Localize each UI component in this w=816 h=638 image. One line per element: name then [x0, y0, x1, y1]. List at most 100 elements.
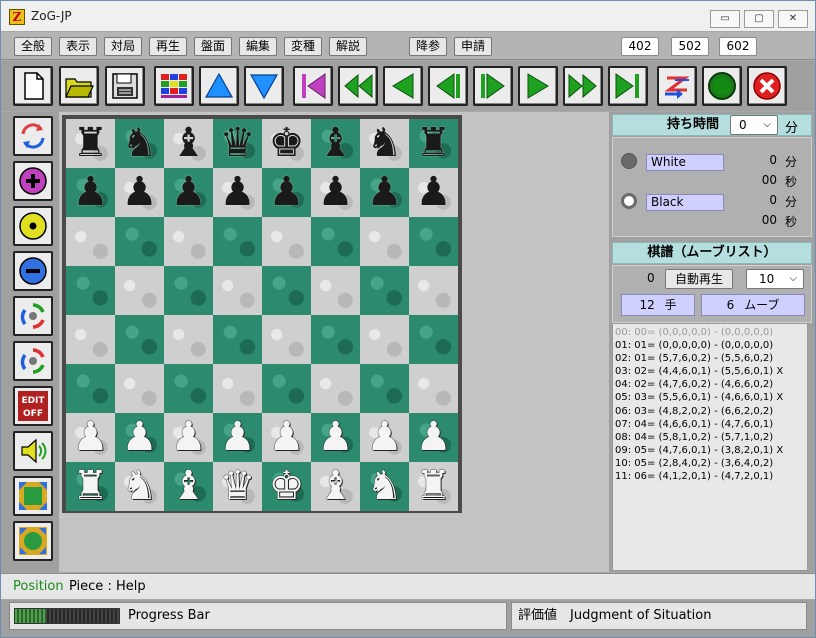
board-square[interactable]	[409, 217, 458, 266]
board-square[interactable]	[164, 315, 213, 364]
green-circle-button[interactable]	[702, 66, 742, 106]
menu-edit[interactable]: 編集	[239, 37, 277, 56]
board-square[interactable]	[360, 315, 409, 364]
move-list-item[interactable]: 10: 05= (2,8,4,0,2) - (3,6,4,0,2)	[615, 457, 805, 470]
black-piece-icon[interactable]: ♞	[115, 119, 164, 168]
zoom-out-button[interactable]	[13, 251, 53, 291]
zoom-in-button[interactable]	[13, 161, 53, 201]
board-square[interactable]	[213, 266, 262, 315]
edit-off-button[interactable]: EDIT OFF	[13, 386, 53, 426]
board-square[interactable]	[115, 266, 164, 315]
move-list-item[interactable]: 08: 04= (5,8,1,0,2) - (5,7,1,0,2)	[615, 431, 805, 444]
menu-game[interactable]: 対局	[104, 37, 142, 56]
up-button[interactable]	[199, 66, 239, 106]
board-square[interactable]	[360, 217, 409, 266]
board-square[interactable]	[360, 266, 409, 315]
board-square[interactable]	[164, 364, 213, 413]
board-square[interactable]	[164, 266, 213, 315]
go-first-button[interactable]	[293, 66, 333, 106]
white-piece-icon[interactable]: ♚	[262, 462, 311, 511]
white-piece-icon[interactable]: ♟	[262, 413, 311, 462]
menu-replay[interactable]: 再生	[149, 37, 187, 56]
white-piece-icon[interactable]: ♞	[115, 462, 164, 511]
white-piece-icon[interactable]: ♝	[164, 462, 213, 511]
board-square[interactable]	[164, 217, 213, 266]
autoplay-button[interactable]: 自動再生	[665, 269, 733, 289]
move-list-item[interactable]: 05: 03= (5,5,6,0,1) - (4,6,6,0,1) X	[615, 391, 805, 404]
number-box-3[interactable]: 602	[719, 37, 757, 56]
move-list-item[interactable]: 03: 02= (4,4,6,0,1) - (5,5,6,0,1) X	[615, 365, 805, 378]
resign-button[interactable]: 降参	[409, 37, 447, 56]
board-square[interactable]	[66, 217, 115, 266]
board-square[interactable]	[66, 315, 115, 364]
number-box-1[interactable]: 402	[621, 37, 659, 56]
chess-board[interactable]: ♜ ♞ ♝ ♛ ♚ ♝ ♞ ♜ ♟ ♟ ♟ ♟ ♟ ♟ ♟ ♟ ♟ ♟ ♟ ♟ ♟ ♟ ♟ ♟ ♜ ♞ ♝ ♛ ♚ ♝ ♞ ♜	[62, 115, 462, 513]
back-pause-button[interactable]	[428, 66, 468, 106]
move-list-item[interactable]: 07: 04= (4,6,6,0,1) - (4,7,6,0,1)	[615, 418, 805, 431]
board-square[interactable]	[115, 364, 164, 413]
new-button[interactable]	[13, 66, 53, 106]
black-piece-icon[interactable]: ♛	[213, 119, 262, 168]
move-list-item[interactable]: 02: 01= (5,7,6,0,2) - (5,5,6,0,2)	[615, 352, 805, 365]
white-piece-icon[interactable]: ♜	[409, 462, 458, 511]
down-button[interactable]	[244, 66, 284, 106]
maximize-button[interactable]: ▢	[744, 10, 774, 28]
white-active-indicator[interactable]	[621, 153, 637, 169]
board-square[interactable]	[311, 315, 360, 364]
white-piece-icon[interactable]: ♛	[213, 462, 262, 511]
board-button[interactable]	[154, 66, 194, 106]
menu-commentary[interactable]: 解説	[329, 37, 367, 56]
move-list-item[interactable]: 04: 02= (4,7,6,0,2) - (4,6,6,0,2)	[615, 378, 805, 391]
move-list-item[interactable]: 01: 01= (0,0,0,0,0) - (0,0,0,0,0)	[615, 339, 805, 352]
black-player-name[interactable]: Black	[646, 194, 724, 211]
request-button[interactable]: 申請	[454, 37, 492, 56]
white-piece-icon[interactable]: ♟	[213, 413, 262, 462]
black-piece-icon[interactable]: ♟	[360, 168, 409, 217]
board-square[interactable]	[409, 266, 458, 315]
expand-button[interactable]	[13, 476, 53, 516]
board-square[interactable]	[262, 315, 311, 364]
black-piece-icon[interactable]: ♞	[360, 119, 409, 168]
board-square[interactable]	[311, 217, 360, 266]
black-piece-icon[interactable]: ♝	[311, 119, 360, 168]
board-square[interactable]	[66, 266, 115, 315]
speed-select[interactable]: 10 ⌵	[746, 269, 804, 289]
menu-general[interactable]: 全般	[14, 37, 52, 56]
cycle-alt-button[interactable]	[13, 341, 53, 381]
black-active-indicator[interactable]	[621, 193, 637, 209]
white-piece-icon[interactable]: ♟	[66, 413, 115, 462]
board-square[interactable]	[262, 217, 311, 266]
white-piece-icon[interactable]: ♜	[66, 462, 115, 511]
fit-button[interactable]	[13, 521, 53, 561]
move-list-item[interactable]: 09: 05= (4,7,6,0,1) - (3,8,2,0,1) X	[615, 444, 805, 457]
white-piece-icon[interactable]: ♟	[115, 413, 164, 462]
move-list-item[interactable]: 11: 06= (4,1,2,0,1) - (4,7,2,0,1)	[615, 470, 805, 483]
board-square[interactable]	[115, 315, 164, 364]
step-forward-button[interactable]	[518, 66, 558, 106]
move-list-item[interactable]: 00: 00= (0,0,0,0,0) - (0,0,0,0,0)	[615, 326, 805, 339]
board-square[interactable]	[262, 364, 311, 413]
board-square[interactable]	[66, 364, 115, 413]
menu-variant[interactable]: 変種	[284, 37, 322, 56]
board-square[interactable]	[115, 217, 164, 266]
center-button[interactable]	[13, 206, 53, 246]
rotate-board-button[interactable]	[13, 116, 53, 156]
black-piece-icon[interactable]: ♝	[164, 119, 213, 168]
play-pause-button[interactable]	[473, 66, 513, 106]
board-square[interactable]	[409, 315, 458, 364]
sound-button[interactable]	[13, 431, 53, 471]
save-button[interactable]	[105, 66, 145, 106]
white-player-name[interactable]: White	[646, 154, 724, 171]
step-back-button[interactable]	[383, 66, 423, 106]
board-square[interactable]	[311, 364, 360, 413]
menu-view[interactable]: 表示	[59, 37, 97, 56]
black-piece-icon[interactable]: ♚	[262, 119, 311, 168]
black-piece-icon[interactable]: ♟	[213, 168, 262, 217]
board-square[interactable]	[311, 266, 360, 315]
minimize-button[interactable]: ▭	[710, 10, 740, 28]
move-list[interactable]: 00: 00= (0,0,0,0,0) - (0,0,0,0,0) 01: 01=…	[612, 323, 808, 571]
fast-back-button[interactable]	[338, 66, 378, 106]
move-list-item[interactable]: 06: 03= (4,8,2,0,2) - (6,6,2,0,2)	[615, 405, 805, 418]
white-piece-icon[interactable]: ♝	[311, 462, 360, 511]
board-square[interactable]	[213, 364, 262, 413]
